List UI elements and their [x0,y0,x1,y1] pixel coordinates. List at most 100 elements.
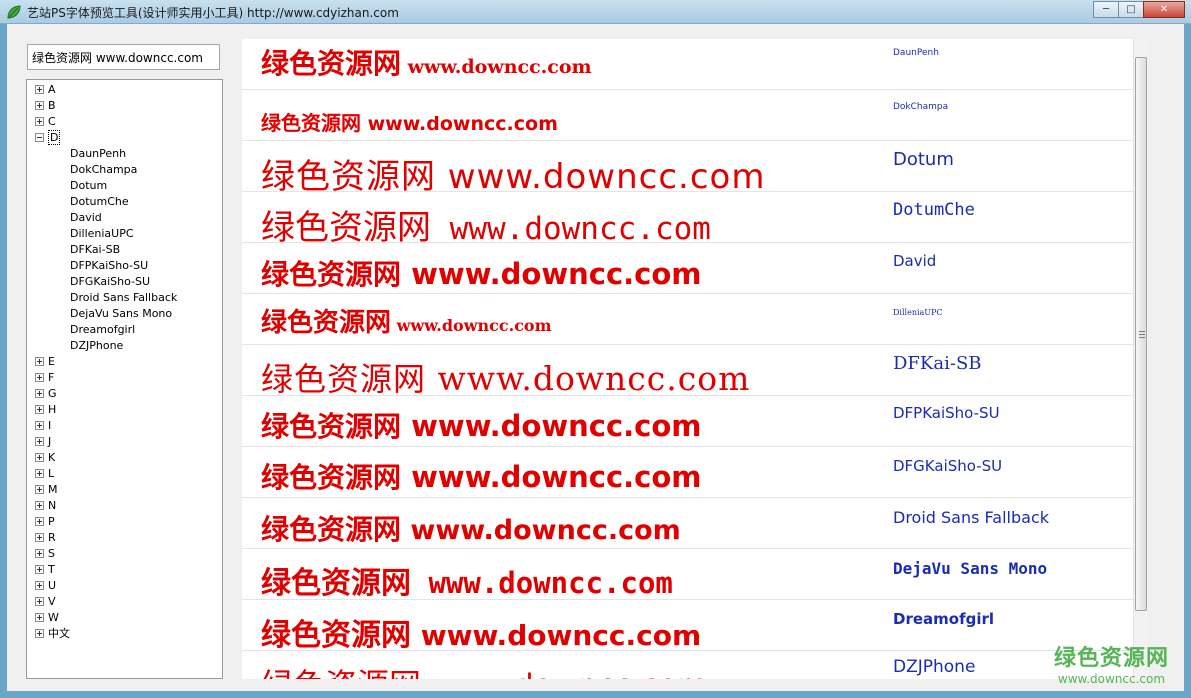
expand-icon[interactable] [35,628,44,638]
tree-node[interactable]: V [27,593,56,609]
expand-icon[interactable] [35,452,44,462]
expand-icon[interactable] [35,532,44,542]
font-preview-row[interactable]: 绿色资源网 www.downcc.com DejaVu Sans Mono [242,549,1133,601]
tree-node[interactable]: A [27,81,56,97]
expand-icon[interactable] [35,612,44,622]
tree-font-item[interactable]: DokChampa [70,161,137,177]
font-tree[interactable]: A B C D DaunPenh DokChampa Dotum DotumChe David D… [26,79,223,679]
tree-node-label[interactable]: V [48,595,56,608]
tree-font-item[interactable]: DilleniaUPC [70,225,134,241]
tree-font-item[interactable]: Droid Sans Fallback [70,289,177,305]
tree-node-label[interactable]: A [48,83,56,96]
tree-node-label[interactable]: M [48,483,58,496]
expand-icon[interactable] [35,500,44,510]
tree-node-label[interactable]: C [48,115,56,128]
font-preview-row[interactable]: 绿色资源网 www.downcc.com DZJPhone [242,651,1133,679]
expand-icon[interactable] [35,516,44,526]
tree-font-item[interactable]: DFPKaiSho-SU [70,257,148,273]
tree-node-label[interactable]: F [48,371,54,384]
tree-node[interactable]: J [27,433,51,449]
expand-icon[interactable] [35,84,44,94]
font-preview-row[interactable]: 绿色资源网 www.downcc.com DFGKaiSho-SU [242,447,1133,498]
tree-font-item[interactable]: DejaVu Sans Mono [70,305,172,321]
tree-node[interactable]: R [27,529,56,545]
tree-node[interactable]: D [27,129,61,145]
tree-node-label[interactable]: N [48,499,56,512]
tree-font-item[interactable]: David [70,209,102,225]
tree-node-label[interactable]: L [48,467,54,480]
tree-node[interactable]: 中文 [27,625,70,641]
tree-node-label[interactable]: H [48,403,56,416]
tree-node-label[interactable]: D [48,129,61,145]
tree-node-label[interactable]: G [48,387,57,400]
font-preview-row[interactable]: 绿色资源网 www.downcc.com DFPKaiSho-SU [242,396,1133,447]
tree-node[interactable]: T [27,561,55,577]
expand-icon[interactable] [35,596,44,606]
tree-node-label[interactable]: T [48,563,55,576]
font-preview-row[interactable]: 绿色资源网 www.downcc.com DilleniaUPC [242,294,1133,345]
font-preview-row[interactable]: 绿色资源网 www.downcc.com DokChampa [242,90,1133,141]
minimize-button[interactable]: ─ [1093,1,1119,18]
tree-font-item[interactable]: DFGKaiSho-SU [70,273,150,289]
tree-font-item[interactable]: DaunPenh [70,145,126,161]
expand-icon[interactable] [35,580,44,590]
tree-node-label[interactable]: R [48,531,56,544]
tree-node-label[interactable]: E [48,355,55,368]
tree-node[interactable]: B [27,97,56,113]
tree-node[interactable]: K [27,449,55,465]
tree-node-label[interactable]: B [48,99,56,112]
expand-icon[interactable] [35,100,44,110]
close-button[interactable]: ✕ [1143,1,1185,18]
tree-node[interactable]: F [27,369,54,385]
tree-node[interactable]: W [27,609,59,625]
font-preview-row[interactable]: 绿色资源网 www.downcc.com David [242,243,1133,294]
tree-node[interactable]: S [27,545,55,561]
expand-icon[interactable] [35,484,44,494]
font-preview-row[interactable]: 绿色资源网 www.downcc.com Dotum [242,141,1133,197]
tree-node[interactable]: L [27,465,54,481]
tree-node[interactable]: M [27,481,58,497]
font-preview-row[interactable]: 绿色资源网 www.downcc.com DaunPenh [242,39,1133,90]
tree-node-label[interactable]: 中文 [48,625,70,641]
expand-icon[interactable] [35,372,44,382]
expand-icon[interactable] [35,564,44,574]
tree-node-label[interactable]: U [48,579,56,592]
tree-node[interactable]: P [27,513,55,529]
tree-font-item[interactable]: DZJPhone [70,337,123,353]
preview-text-input[interactable] [27,44,220,70]
tree-node-label[interactable]: P [48,515,55,528]
font-preview-row[interactable]: 绿色资源网 www.downcc.com DFKai-SB [242,345,1133,398]
tree-font-item[interactable]: DotumChe [70,193,129,209]
maximize-button[interactable]: □ [1118,1,1144,18]
tree-font-item[interactable]: Dreamofgirl [70,321,135,337]
vertical-scrollbar[interactable] [1133,39,1148,679]
expand-icon[interactable] [35,436,44,446]
tree-font-item[interactable]: Dotum [70,177,107,193]
expand-icon[interactable] [35,420,44,430]
expand-icon[interactable] [35,548,44,558]
font-preview-row[interactable]: 绿色资源网 www.downcc.com Dreamofgirl [242,600,1133,653]
font-preview-row[interactable]: 绿色资源网 www.downcc.com Droid Sans Fallback [242,498,1133,549]
tree-node-label[interactable]: W [48,611,59,624]
collapse-icon[interactable] [35,132,44,142]
tree-node-label[interactable]: J [48,435,51,448]
tree-node[interactable]: H [27,401,56,417]
tree-node[interactable]: N [27,497,56,513]
expand-icon[interactable] [35,356,44,366]
tree-node-label[interactable]: S [48,547,55,560]
tree-node[interactable]: G [27,385,57,401]
tree-font-item[interactable]: DFKai-SB [70,241,120,257]
expand-icon[interactable] [35,468,44,478]
tree-node[interactable]: E [27,353,55,369]
scrollbar-thumb[interactable] [1135,57,1147,611]
tree-node[interactable]: U [27,577,56,593]
font-preview-row[interactable]: 绿色资源网 www.downcc.com DotumChe [242,192,1133,248]
tree-node[interactable]: I [27,417,51,433]
expand-icon[interactable] [35,116,44,126]
tree-node[interactable]: C [27,113,56,129]
expand-icon[interactable] [35,388,44,398]
tree-node-label[interactable]: I [48,419,51,432]
expand-icon[interactable] [35,404,44,414]
font-preview-panel[interactable]: 绿色资源网 www.downcc.comDZJPhone绿色资源网 www.do… [242,39,1148,679]
tree-node-label[interactable]: K [48,451,55,464]
